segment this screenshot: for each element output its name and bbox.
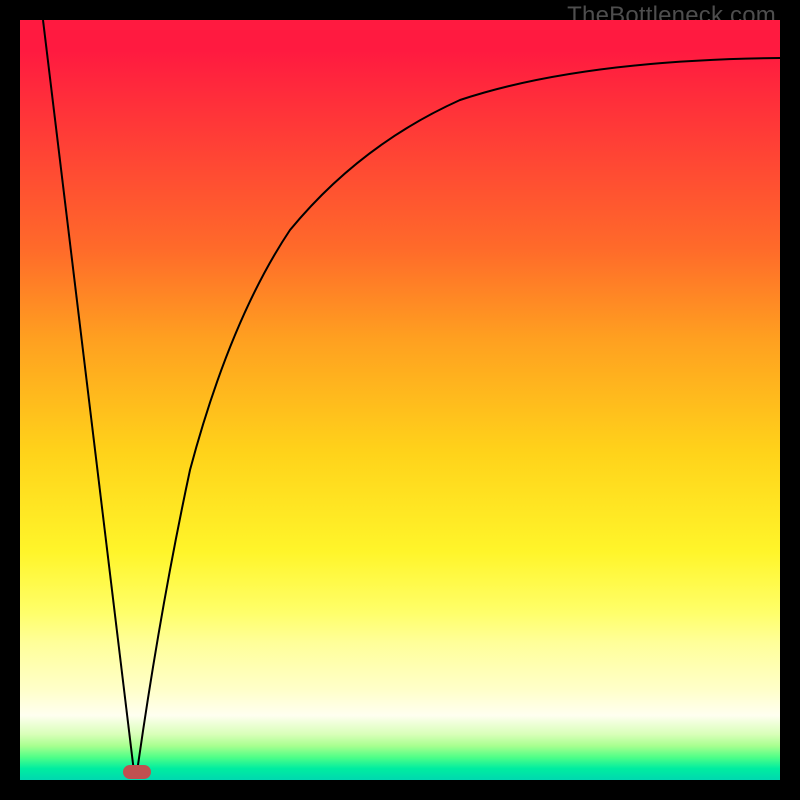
vertex-marker bbox=[123, 765, 151, 779]
curve-layer bbox=[20, 20, 780, 780]
right-branch-curve bbox=[137, 58, 780, 772]
plot-area bbox=[20, 20, 780, 780]
chart-frame: TheBottleneck.com bbox=[0, 0, 800, 800]
left-branch-curve bbox=[43, 20, 134, 772]
